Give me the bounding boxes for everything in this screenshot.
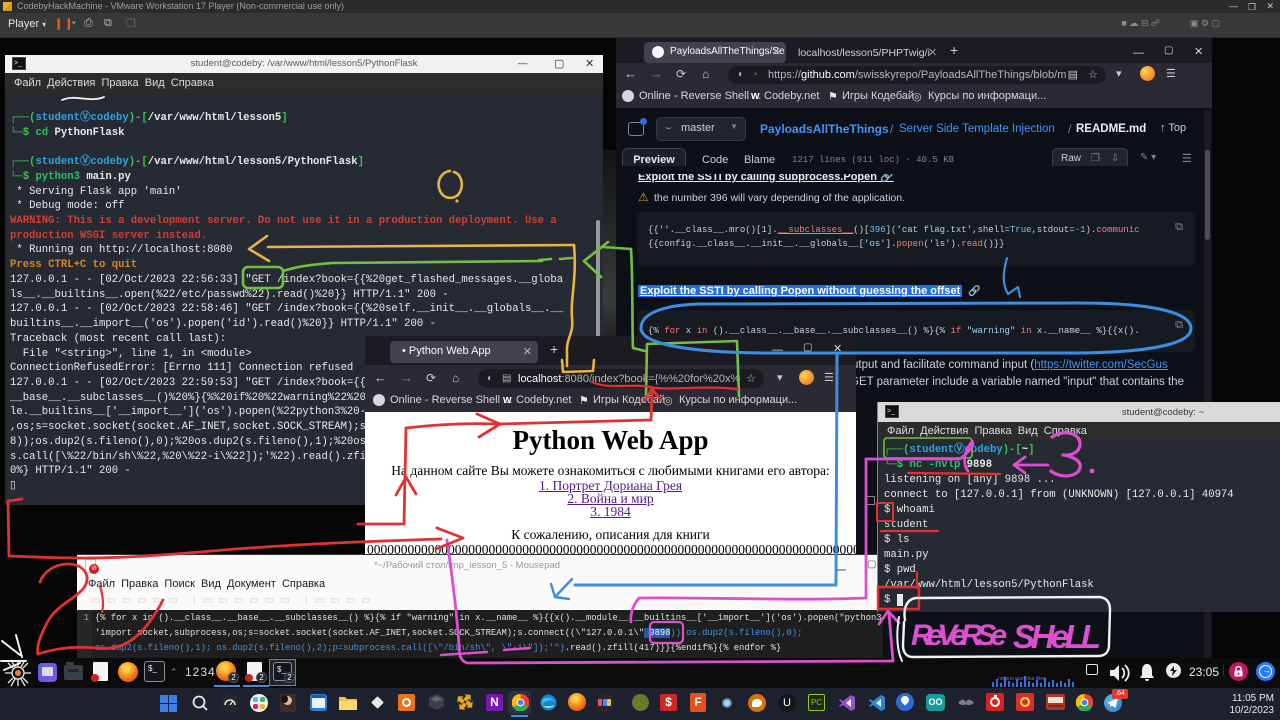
svg-text:SHeLL: SHeLL (1013, 618, 1101, 655)
svg-text:ReVeRSe: ReVeRSe (911, 619, 1007, 652)
